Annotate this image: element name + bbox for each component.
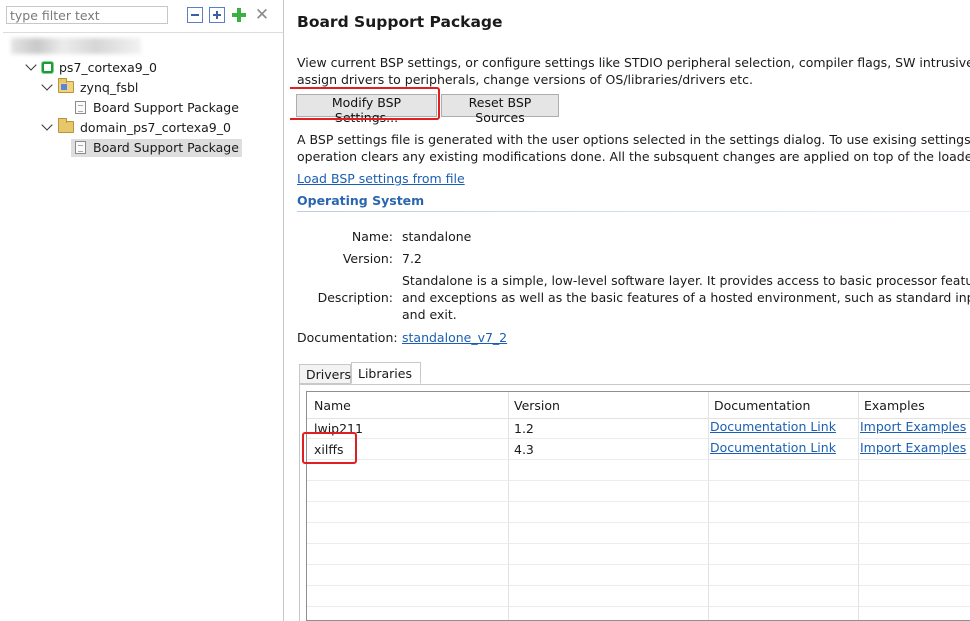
intro-text-line: View current BSP settings, or configure … [297, 55, 970, 70]
project-explorer-panel: ✕ ps7_cortexa9_0 zynq_fsbl Board Support… [3, 0, 284, 621]
divider [3, 32, 283, 33]
filter-input[interactable] [6, 6, 168, 24]
tree-item-processor[interactable]: ps7_cortexa9_0 [25, 59, 157, 77]
tree-item-bsp[interactable]: Board Support Package [75, 99, 239, 117]
section-divider [297, 211, 970, 212]
intro-text-line: assign drivers to peripherals, change ve… [297, 72, 753, 87]
section-heading: Operating System [297, 193, 425, 208]
column-header-version[interactable]: Version [514, 395, 560, 416]
table-cell-version: 4.3 [514, 442, 534, 457]
os-description-label: Description: [317, 290, 393, 305]
highlight-box [290, 87, 440, 120]
note-text-line: A BSP settings file is generated with th… [297, 132, 970, 147]
row-divider [307, 459, 970, 460]
os-version-label: Version: [342, 251, 393, 266]
column-header-name[interactable]: Name [314, 395, 351, 416]
note-text-line: operation clears any existing modificati… [297, 149, 970, 164]
chevron-down-icon[interactable] [41, 79, 53, 91]
tab-drivers[interactable]: Drivers [299, 364, 351, 384]
page-title: Board Support Package [297, 13, 503, 31]
tree-item-label: Board Support Package [93, 140, 239, 155]
tree-item-domain[interactable]: domain_ps7_cortexa9_0 [41, 118, 231, 137]
row-divider [307, 480, 970, 481]
os-description-line: and exit. [402, 307, 457, 322]
reset-bsp-sources-button[interactable]: Reset BSP Sources [441, 94, 559, 125]
bsp-document-icon [75, 101, 86, 114]
column-header-documentation[interactable]: Documentation [714, 395, 810, 416]
os-documentation-label: Documentation: [297, 330, 398, 345]
os-version-value: 7.2 [402, 251, 422, 266]
highlight-box [302, 432, 357, 464]
row-divider [307, 585, 970, 586]
bsp-document-icon [75, 141, 86, 154]
row-divider [307, 522, 970, 523]
load-bsp-settings-link[interactable]: Load BSP settings from file [297, 171, 465, 186]
tree-item-label: Board Support Package [93, 100, 239, 115]
add-icon[interactable] [231, 7, 247, 23]
row-divider [307, 564, 970, 565]
row-divider [307, 606, 970, 607]
remove-icon[interactable]: ✕ [254, 7, 270, 24]
expand-all-icon[interactable] [209, 7, 225, 23]
blurred-tree-item [11, 38, 141, 54]
libraries-table: Name Version Documentation Examples lwip… [306, 391, 970, 621]
bsp-editor: Board Support Package View current BSP s… [290, 0, 970, 621]
chevron-down-icon[interactable] [41, 119, 53, 131]
tab-libraries[interactable]: Libraries [351, 362, 421, 384]
column-header-examples[interactable]: Examples [864, 395, 925, 416]
os-description-line: and exceptions as well as the basic feat… [402, 290, 970, 305]
documentation-link[interactable]: Documentation Link [710, 416, 836, 437]
row-divider [307, 501, 970, 502]
os-name-label: Name: [351, 229, 393, 244]
folder-icon [58, 78, 74, 93]
os-description-line: Standalone is a simple, low-level softwa… [402, 273, 970, 288]
table-cell-version: 1.2 [514, 421, 534, 436]
tree-item-label: zynq_fsbl [80, 80, 139, 95]
collapse-all-icon[interactable] [187, 7, 203, 23]
import-examples-link[interactable]: Import Examples [860, 437, 966, 458]
documentation-link[interactable]: Documentation Link [710, 437, 836, 458]
tree-item-label: domain_ps7_cortexa9_0 [80, 120, 231, 135]
tree-item-bsp-selected[interactable]: Board Support Package [71, 139, 242, 157]
os-name-value: standalone [402, 229, 472, 244]
os-documentation-link[interactable]: standalone_v7_2 [402, 330, 507, 345]
tree-item-label: ps7_cortexa9_0 [59, 60, 157, 75]
chevron-down-icon[interactable] [25, 59, 37, 71]
folder-icon [58, 118, 74, 133]
tree-item-zynq-fsbl[interactable]: zynq_fsbl [41, 78, 139, 97]
processor-icon [42, 62, 53, 73]
import-examples-link[interactable]: Import Examples [860, 416, 966, 437]
row-divider [307, 543, 970, 544]
